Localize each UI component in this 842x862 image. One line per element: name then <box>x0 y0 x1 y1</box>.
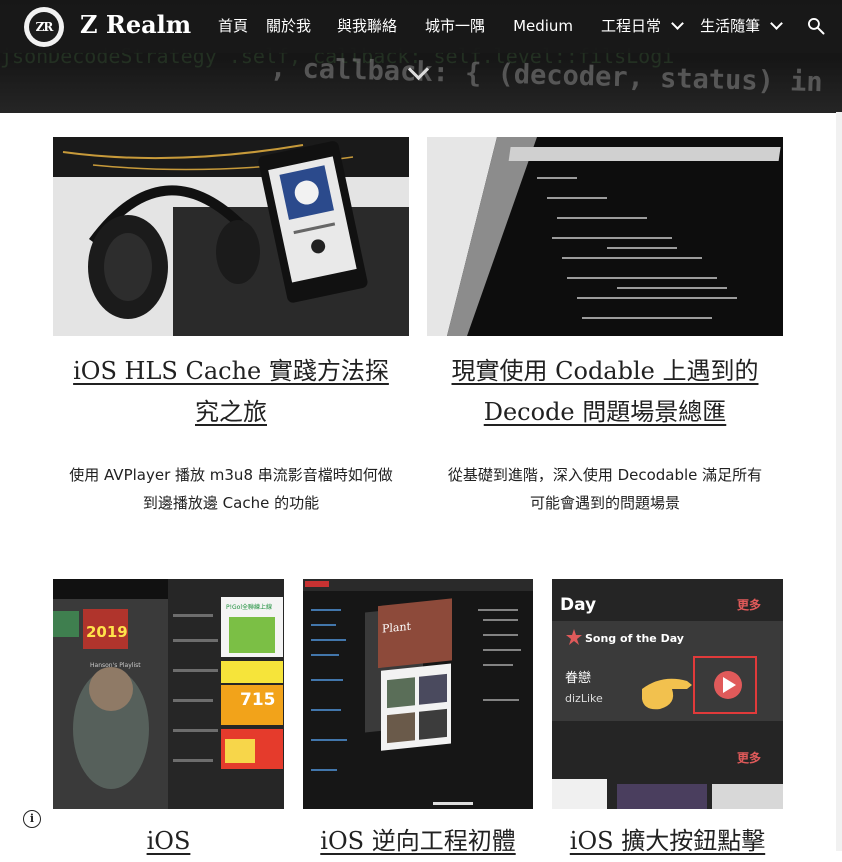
nav-item-2[interactable]: 與我聯絡 <box>337 15 397 36</box>
promo-year-tag: 2019 <box>86 623 128 641</box>
post-title-line[interactable]: iOS 逆向工程初體 <box>303 821 533 862</box>
nav-item-5[interactable]: 工程日常 <box>601 15 684 36</box>
post-title-line[interactable]: Decode 問題場景總匯 <box>427 392 783 433</box>
post-title-line[interactable]: iOS HLS Cache 實踐方法探 <box>53 351 409 392</box>
top-navigation-bar: ZR Z Realm 首頁 關於我 與我聯絡 城市一隅 Medium 工程日常 生活隨筆 <box>0 0 842 53</box>
more-link-text-2: 更多 <box>737 750 761 765</box>
nav-item-label: 首頁 <box>218 17 249 35</box>
post-desc-line: 到邊播放邊 Cache 的功能 <box>142 494 320 512</box>
nav-item-6[interactable]: 生活隨筆 <box>700 15 783 36</box>
post-title-reverse-engineering[interactable]: iOS 逆向工程初體 <box>303 821 533 862</box>
promo-label: P!Gol全聯練上線 <box>226 603 272 611</box>
post-thumbnail-codable[interactable] <box>427 137 783 336</box>
post-description-codable: 從基礎到進階，深入使用 Decodable 滿足所有 可能會遇到的問題場景 <box>427 461 783 517</box>
song-of-day-image: Day 更多 Song of the Day 眷戀 dizLike 更多 <box>552 579 783 809</box>
app-header-text: Day <box>560 595 596 615</box>
post-title-hls-cache[interactable]: iOS HLS Cache 實踐方法探 究之旅 <box>53 351 409 433</box>
song-name-text: 眷戀 <box>565 670 591 686</box>
app-promo-image: 2019 Hanson's Playlist P!Gol全聯練上線 715 <box>53 579 284 809</box>
site-info-icon[interactable]: i <box>23 810 41 828</box>
post-description-hls-cache: 使用 AVPlayer 播放 m3u8 串流影音檔時如何做 到邊播放邊 Cach… <box>53 461 409 517</box>
chevron-down-icon[interactable] <box>671 17 684 30</box>
post-title-line[interactable]: 究之旅 <box>53 392 409 433</box>
chevron-down-icon[interactable] <box>770 17 783 30</box>
nav-item-label: 生活隨筆 <box>700 17 761 35</box>
post-thumbnail-tap-area[interactable]: Day 更多 Song of the Day 眷戀 dizLike 更多 <box>552 579 783 809</box>
post-desc-line: 使用 AVPlayer 播放 m3u8 串流影音檔時如何做 <box>69 466 393 484</box>
headphones-phone-image <box>53 137 409 336</box>
nav-item-label: Medium <box>513 16 574 35</box>
promo-price: 715 <box>240 690 276 710</box>
nav-item-label: 與我聯絡 <box>337 17 398 35</box>
post-desc-line: 從基礎到進階，深入使用 Decodable 滿足所有 <box>447 466 763 484</box>
scrollbar-track[interactable] <box>836 112 842 851</box>
post-thumbnail-hls-cache[interactable] <box>53 137 409 336</box>
post-title-line[interactable]: iOS 擴大按鈕點擊 <box>552 821 783 862</box>
search-icon[interactable] <box>806 16 826 36</box>
nav-item-label: 關於我 <box>266 17 312 35</box>
site-logo-mark: ZR <box>29 12 59 42</box>
section-title-text: Song of the Day <box>585 632 684 645</box>
post-thumbnail-ios[interactable]: 2019 Hanson's Playlist P!Gol全聯練上線 715 <box>53 579 284 809</box>
artist-name-text: dizLike <box>565 692 603 705</box>
nav-item-label: 工程日常 <box>601 17 662 35</box>
more-link-text: 更多 <box>737 597 761 612</box>
debugger-view-image: Plant <box>303 579 533 809</box>
nav-item-3[interactable]: 城市一隅 <box>425 15 485 36</box>
post-title-tap-area[interactable]: iOS 擴大按鈕點擊 <box>552 821 783 862</box>
nav-item-1[interactable]: 關於我 <box>266 15 311 36</box>
post-title-ios[interactable]: iOS <box>53 821 284 862</box>
post-thumbnail-reverse-engineering[interactable]: Plant <box>303 579 533 809</box>
code-screen-image <box>427 137 783 336</box>
post-title-codable[interactable]: 現實使用 Codable 上遇到的 Decode 問題場景總匯 <box>427 351 783 433</box>
post-desc-line: 可能會遇到的問題場景 <box>529 494 680 512</box>
nav-item-label: 城市一隅 <box>425 17 486 35</box>
site-logo[interactable]: ZR <box>24 7 64 47</box>
nav-item-4[interactable]: Medium <box>513 17 573 35</box>
nav-item-0[interactable]: 首頁 <box>218 15 248 36</box>
post-title-line[interactable]: 現實使用 Codable 上遇到的 <box>427 351 783 392</box>
post-title-line[interactable]: iOS <box>53 821 284 862</box>
site-title[interactable]: Z Realm <box>80 10 191 39</box>
main-nav: 首頁 關於我 與我聯絡 城市一隅 Medium 工程日常 生活隨筆 <box>218 15 799 36</box>
